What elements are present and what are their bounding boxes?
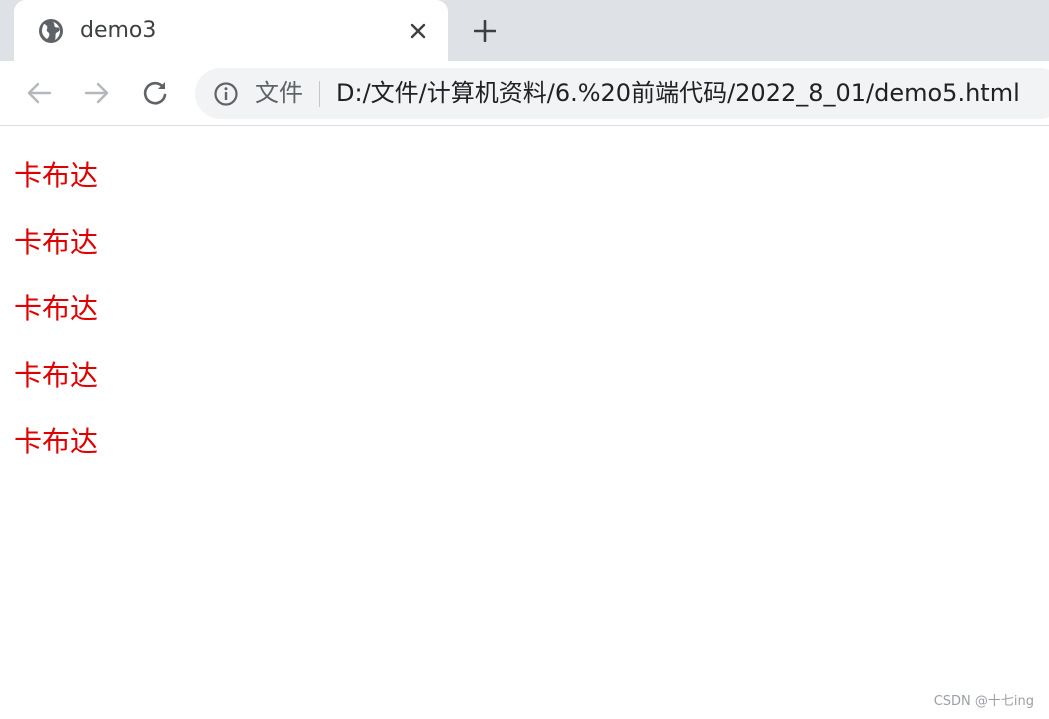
arrow-right-icon[interactable]: [80, 76, 114, 110]
omnibox-divider: [319, 81, 320, 107]
active-tab[interactable]: demo3: [14, 0, 448, 61]
csdn-watermark: CSDN @十七ing: [933, 694, 1034, 709]
tab-title: demo3: [80, 18, 157, 43]
paragraph-3: 卡布达: [14, 292, 99, 325]
page-content: 卡布达 卡布达 卡布达 卡布达 卡布达 CSDN @十七ing: [0, 127, 1049, 719]
new-tab-plus-icon[interactable]: [470, 16, 500, 46]
browser-toolbar: 文件 D:/文件/计算机资料/6.%20前端代码/2022_8_01/demo5…: [0, 61, 1049, 126]
paragraph-4: 卡布达: [14, 359, 99, 392]
close-tab-icon[interactable]: [404, 17, 432, 45]
info-icon[interactable]: [213, 81, 239, 107]
paragraph-5: 卡布达: [14, 425, 99, 458]
security-label[interactable]: 文件: [255, 78, 303, 108]
globe-icon: [38, 18, 64, 44]
paragraph-2: 卡布达: [14, 226, 99, 259]
paragraph-1: 卡布达: [14, 159, 99, 192]
url-text[interactable]: D:/文件/计算机资料/6.%20前端代码/2022_8_01/demo5.ht…: [336, 78, 1020, 108]
address-bar[interactable]: 文件 D:/文件/计算机资料/6.%20前端代码/2022_8_01/demo5…: [195, 68, 1049, 119]
tab-strip: demo3: [0, 0, 1049, 61]
arrow-left-icon[interactable]: [22, 76, 56, 110]
reload-icon[interactable]: [138, 76, 172, 110]
